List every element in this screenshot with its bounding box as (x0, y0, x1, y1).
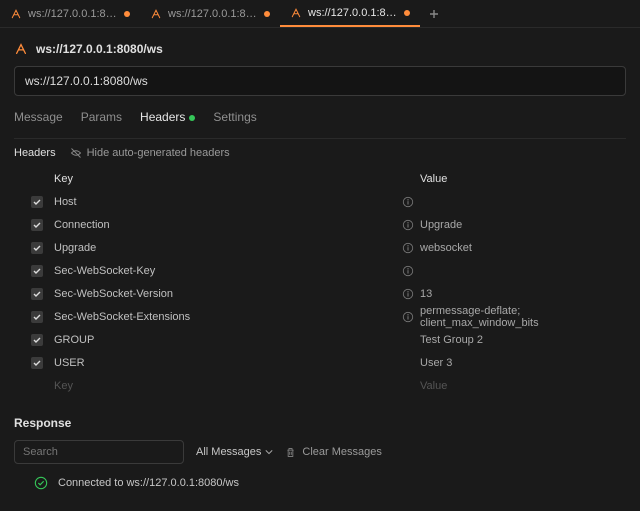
response-title: Response (14, 410, 626, 440)
header-row: GROUP Test Group 2 (30, 328, 626, 351)
hide-auto-button[interactable]: Hide auto-generated headers (70, 147, 230, 159)
checkbox-icon[interactable] (30, 241, 44, 255)
unsaved-dot-icon (264, 11, 270, 17)
tab-params[interactable]: Params (81, 110, 122, 130)
unsaved-dot-icon (404, 10, 410, 16)
unsaved-dot-icon (124, 11, 130, 17)
headers-label: Headers (14, 147, 56, 159)
plus-icon (428, 8, 440, 20)
dot-icon (189, 115, 195, 121)
header-value[interactable]: 13 (420, 288, 626, 300)
tab-1[interactable]: ws://127.0.0.1:8080/ws (140, 0, 280, 27)
tab-2[interactable]: ws://127.0.0.1:8080/ws (280, 0, 420, 27)
tab-settings[interactable]: Settings (213, 110, 256, 130)
header-key[interactable]: USER (54, 357, 402, 369)
websocket-icon (290, 7, 302, 19)
page-header: ws://127.0.0.1:8080/ws (14, 38, 626, 66)
section-tabs: Message Params Headers Settings (14, 96, 626, 139)
header-value[interactable]: websocket (420, 242, 626, 254)
header-key[interactable]: Upgrade (54, 242, 402, 254)
tab-label: ws://127.0.0.1:8080/ws (168, 8, 258, 20)
info-icon[interactable] (402, 242, 414, 254)
websocket-icon (10, 8, 22, 20)
header-key[interactable]: Connection (54, 219, 402, 231)
trash-icon (285, 447, 296, 458)
info-icon[interactable] (402, 265, 414, 277)
header-row: Host (30, 190, 626, 213)
tab-headers[interactable]: Headers (140, 110, 195, 130)
header-key[interactable]: Sec-WebSocket-Key (54, 265, 402, 277)
search-input[interactable] (14, 440, 184, 464)
checkbox-icon[interactable] (30, 287, 44, 301)
tab-0[interactable]: ws://127.0.0.1:8080/ws (0, 0, 140, 27)
header-row: Sec-WebSocket-Version 13 (30, 282, 626, 305)
filter-dropdown[interactable]: All Messages (196, 446, 273, 458)
url-input[interactable] (14, 66, 626, 96)
response-panel: Response All Messages Clear Messages Con… (0, 410, 640, 490)
info-icon[interactable] (402, 196, 414, 208)
eye-off-icon (70, 147, 82, 159)
column-value: Value (420, 173, 626, 185)
tab-bar: ws://127.0.0.1:8080/ws ws://127.0.0.1:808… (0, 0, 640, 28)
header-key[interactable]: Sec-WebSocket-Extensions (54, 311, 402, 323)
headers-toolbar: Headers Hide auto-generated headers (14, 139, 626, 167)
info-icon[interactable] (402, 288, 414, 300)
page-title: ws://127.0.0.1:8080/ws (36, 42, 163, 56)
websocket-icon (150, 8, 162, 20)
new-header-row[interactable]: Key Value (30, 374, 626, 397)
info-icon[interactable] (402, 311, 414, 323)
checkbox-icon[interactable] (30, 333, 44, 347)
checkbox-icon[interactable] (30, 218, 44, 232)
header-value[interactable]: Upgrade (420, 219, 626, 231)
header-row: Connection Upgrade (30, 213, 626, 236)
websocket-icon (14, 42, 28, 56)
tab-label: ws://127.0.0.1:8080/ws (308, 7, 398, 19)
checkbox-icon[interactable] (30, 264, 44, 278)
table-header: Key Value (30, 167, 626, 190)
header-value[interactable]: User 3 (420, 357, 626, 369)
header-key[interactable]: Host (54, 196, 402, 208)
header-row: Sec-WebSocket-Extensions permessage-defla… (30, 305, 626, 328)
header-value[interactable]: Test Group 2 (420, 334, 626, 346)
header-value[interactable]: permessage-deflate; client_max_window_bi… (420, 305, 626, 329)
header-row: Sec-WebSocket-Key (30, 259, 626, 282)
header-key[interactable]: GROUP (54, 334, 402, 346)
clear-messages-button[interactable]: Clear Messages (285, 446, 381, 458)
headers-table: Key Value Host Connection Upgrade Upgrade we… (14, 167, 626, 397)
check-circle-icon (34, 476, 48, 490)
new-tab-button[interactable] (420, 0, 448, 27)
checkbox-icon[interactable] (30, 356, 44, 370)
tab-message[interactable]: Message (14, 110, 63, 130)
header-key[interactable]: Sec-WebSocket-Version (54, 288, 402, 300)
column-key: Key (54, 173, 402, 185)
header-row: Upgrade websocket (30, 236, 626, 259)
connection-status: Connected to ws://127.0.0.1:8080/ws (14, 464, 626, 490)
checkbox-icon[interactable] (30, 195, 44, 209)
tab-label: ws://127.0.0.1:8080/ws (28, 8, 118, 20)
chevron-down-icon (265, 448, 273, 456)
header-row: USER User 3 (30, 351, 626, 374)
info-icon[interactable] (402, 219, 414, 231)
checkbox-icon[interactable] (30, 310, 44, 324)
